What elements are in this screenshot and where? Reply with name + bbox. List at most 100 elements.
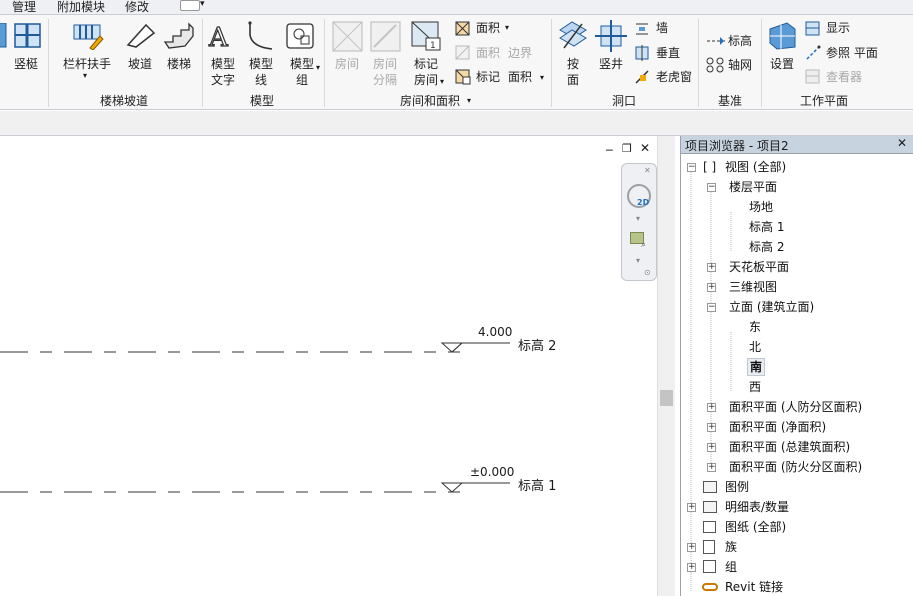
chevron-down-icon[interactable]: ▾ <box>440 77 444 86</box>
expand-area-civil-toggle[interactable]: + <box>707 403 716 412</box>
tree-groups[interactable]: 组 <box>725 559 737 575</box>
tree-east[interactable]: 东 <box>749 319 761 335</box>
opening-by-face-line1[interactable]: 按 <box>567 56 579 72</box>
area-button[interactable]: 面积 <box>476 20 500 36</box>
stair-button[interactable]: 楼梯 <box>167 56 191 72</box>
tree-ceiling-plans[interactable]: 天花板平面 <box>729 259 789 275</box>
shaft-icon[interactable] <box>595 20 627 52</box>
railing-button[interactable]: 栏杆扶手 <box>63 56 111 72</box>
set-workplane-button[interactable]: 设置 <box>770 56 794 72</box>
level-button[interactable]: 标高 <box>728 33 752 49</box>
mullion-icon[interactable] <box>14 23 42 49</box>
collapse-elevations-toggle[interactable]: − <box>707 303 716 312</box>
vertical-opening-icon[interactable] <box>634 45 650 61</box>
tab-addins[interactable]: 附加模块 <box>57 0 105 15</box>
level-2-elevation[interactable]: 4.000 <box>478 325 512 339</box>
curtain-system-icon[interactable] <box>0 23 8 49</box>
expand-groups-toggle[interactable]: + <box>687 563 696 572</box>
tag-room-icon[interactable]: 1 <box>410 20 442 52</box>
tag-area-label-a[interactable]: 标记 <box>476 69 500 85</box>
chevron-down-icon[interactable]: ▾ <box>505 23 509 32</box>
ramp-icon[interactable] <box>126 23 156 49</box>
dormer-opening-button[interactable]: 老虎窗 <box>656 69 692 85</box>
tag-room-line1[interactable]: 标记 <box>414 56 438 72</box>
tree-level-2[interactable]: 标高 2 <box>749 239 784 255</box>
tab-manage[interactable]: 管理 <box>12 0 36 15</box>
shaft-button[interactable]: 竖井 <box>599 56 623 72</box>
tag-area-label-b[interactable]: 面积 <box>508 69 532 85</box>
wall-opening-button[interactable]: 墙 <box>656 20 668 36</box>
grid-button[interactable]: 轴网 <box>728 57 752 73</box>
ref-plane-icon[interactable] <box>805 45 821 61</box>
tree-level-1[interactable]: 标高 1 <box>749 219 784 235</box>
level-1-name[interactable]: 标高 1 <box>518 475 556 494</box>
tab-modify[interactable]: 修改 <box>125 0 149 15</box>
mullion-button[interactable]: 竖梃 <box>14 56 38 72</box>
model-text-button-line2[interactable]: 文字 <box>211 72 235 88</box>
expand-area-gross-toggle[interactable]: + <box>707 443 716 452</box>
tree-legends[interactable]: 图例 <box>725 479 749 495</box>
expand-area-net-toggle[interactable]: + <box>707 423 716 432</box>
wall-opening-icon[interactable] <box>634 21 650 37</box>
area-icon[interactable] <box>455 21 471 37</box>
show-workplane-button[interactable]: 显示 <box>826 20 850 36</box>
model-group-button-line2[interactable]: 组 <box>296 72 308 88</box>
vertical-scrollbar[interactable] <box>657 136 675 596</box>
tree-area-fire[interactable]: 面积平面 (防火分区面积) <box>729 459 862 475</box>
model-group-icon[interactable] <box>285 22 317 50</box>
tree-area-net[interactable]: 面积平面 (净面积) <box>729 419 826 435</box>
tree-sheets[interactable]: 图纸 (全部) <box>725 519 786 535</box>
tree-south-selected[interactable]: 南 <box>747 358 766 376</box>
dormer-opening-icon[interactable] <box>634 69 650 85</box>
tree-floor-plans[interactable]: 楼层平面 <box>729 179 777 195</box>
show-workplane-icon[interactable] <box>805 21 821 37</box>
collapse-floor-plans-toggle[interactable]: − <box>707 183 716 192</box>
ramp-button[interactable]: 坡道 <box>128 56 152 72</box>
tree-elevations[interactable]: 立面 (建筑立面) <box>729 299 814 315</box>
tree-area-civil[interactable]: 面积平面 (人防分区面积) <box>729 399 862 415</box>
grid-icon[interactable] <box>706 57 726 73</box>
expand-ceiling-toggle[interactable]: + <box>707 263 716 272</box>
scrollbar-thumb[interactable] <box>660 390 673 406</box>
tree-schedules[interactable]: 明细表/数量 <box>725 499 789 515</box>
chevron-down-icon[interactable]: ▾ <box>200 0 205 9</box>
opening-by-face-icon[interactable] <box>558 20 588 52</box>
tree-west[interactable]: 西 <box>749 379 761 395</box>
level-2-name[interactable]: 标高 2 <box>518 335 556 354</box>
room-panel-title[interactable]: 房间和面积 <box>400 92 460 109</box>
ref-plane-button[interactable]: 参照 平面 <box>826 45 878 61</box>
vertical-opening-button[interactable]: 垂直 <box>656 45 680 61</box>
tree-north[interactable]: 北 <box>749 339 761 355</box>
tree-3d-views[interactable]: 三维视图 <box>729 279 777 295</box>
ribbon-minimize-toggle[interactable] <box>180 0 200 11</box>
tree-views[interactable]: 视图 (全部) <box>725 159 786 175</box>
level-1-elevation[interactable]: ±0.000 <box>470 465 514 479</box>
expand-area-fire-toggle[interactable]: + <box>707 463 716 472</box>
stair-icon[interactable] <box>163 22 195 50</box>
tree-area-gross[interactable]: 面积平面 (总建筑面积) <box>729 439 850 455</box>
chevron-down-icon[interactable]: ▾ <box>83 71 87 80</box>
railing-icon[interactable] <box>72 22 104 50</box>
tree-revit-links[interactable]: Revit 链接 <box>725 579 783 595</box>
expand-3d-toggle[interactable]: + <box>707 283 716 292</box>
level-icon[interactable] <box>706 33 726 47</box>
model-line-button-line2[interactable]: 线 <box>255 72 267 88</box>
expand-families-toggle[interactable]: + <box>687 543 696 552</box>
model-line-button-line1[interactable]: 模型 <box>249 56 273 72</box>
chevron-down-icon[interactable]: ▾ <box>540 73 544 82</box>
tag-room-line2[interactable]: 房间 <box>414 72 438 88</box>
model-line-icon[interactable] <box>246 21 276 51</box>
model-text-icon[interactable]: A <box>207 22 239 50</box>
set-workplane-icon[interactable] <box>767 21 797 51</box>
chevron-down-icon[interactable]: ▾ <box>316 63 320 72</box>
tag-area-icon[interactable] <box>455 69 471 85</box>
expand-schedules-toggle[interactable]: + <box>687 503 696 512</box>
chevron-down-icon[interactable]: ▾ <box>467 96 471 105</box>
tree-families[interactable]: 族 <box>725 539 737 555</box>
opening-by-face-line2[interactable]: 面 <box>567 72 579 88</box>
model-group-button-line1[interactable]: 模型 <box>290 56 314 72</box>
drawing-area[interactable]: ─ ❐ ✕ ✕ 2D ▾ ⌕ ▾ ⊙ 4.000 标高 2 ±0.000 标高 … <box>0 136 672 596</box>
model-text-button-line1[interactable]: 模型 <box>211 56 235 72</box>
tree-site[interactable]: 场地 <box>749 199 773 215</box>
collapse-views-toggle[interactable]: − <box>687 163 696 172</box>
